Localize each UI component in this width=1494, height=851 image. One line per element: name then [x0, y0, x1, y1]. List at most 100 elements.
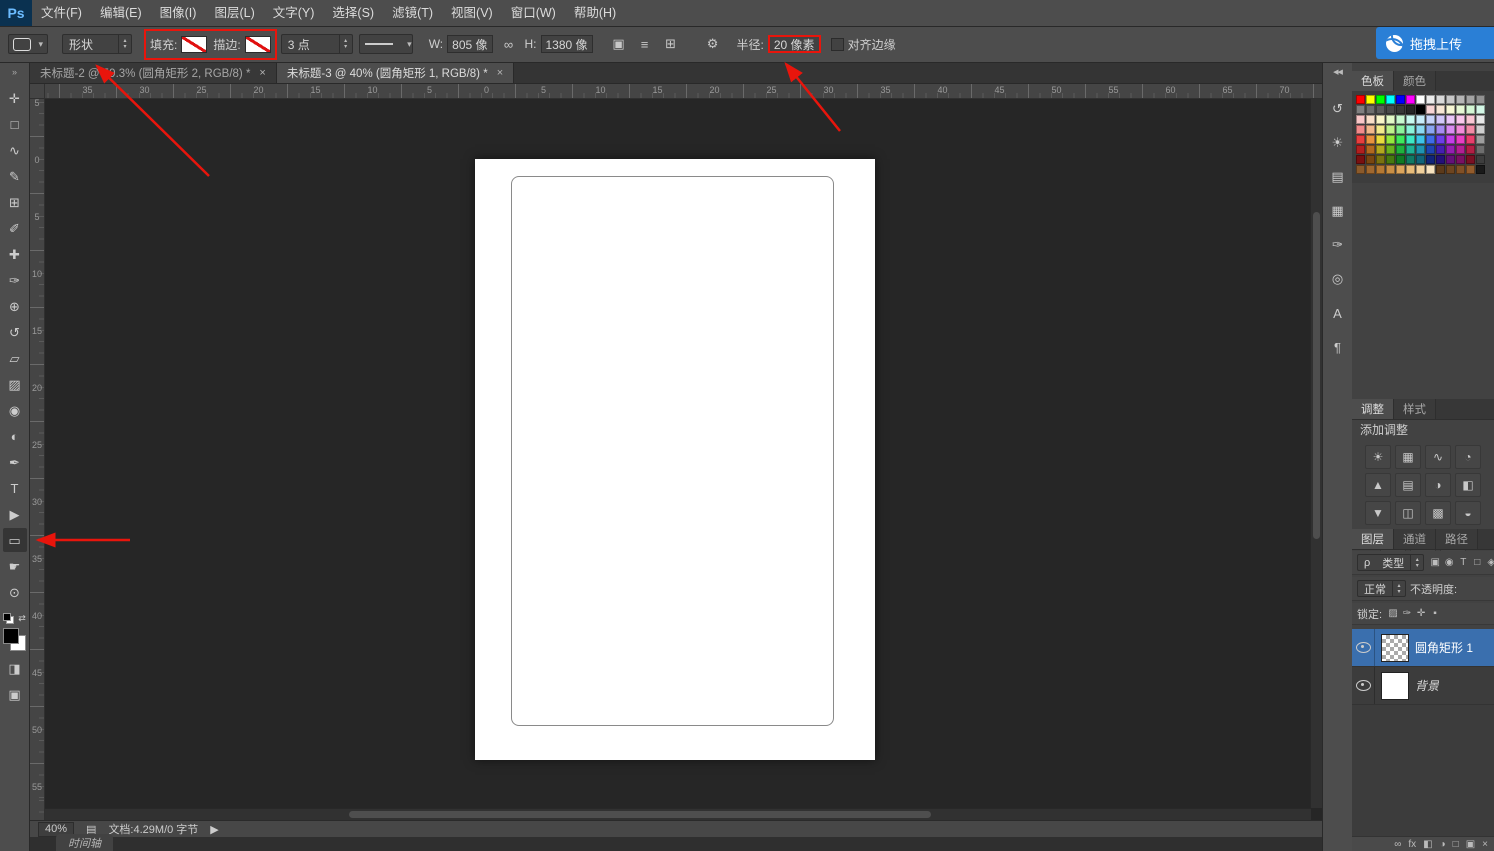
- color-swatch[interactable]: [1376, 125, 1385, 134]
- radius-input[interactable]: 20 像素: [767, 35, 821, 53]
- color-swatch[interactable]: [1406, 155, 1415, 164]
- type-tool[interactable]: T: [3, 476, 27, 500]
- color-swatch[interactable]: [1476, 115, 1485, 124]
- layer-style-icon[interactable]: fx: [1408, 837, 1416, 851]
- brush-panel-icon[interactable]: ✑: [1326, 233, 1350, 257]
- color-swatch[interactable]: [1446, 165, 1455, 174]
- color-swatch[interactable]: [1416, 115, 1425, 124]
- healing-brush-tool[interactable]: ✚: [3, 242, 27, 266]
- color-swatch[interactable]: [1466, 125, 1475, 134]
- menu-item[interactable]: 文件(F): [32, 0, 91, 26]
- color-swatch[interactable]: [1386, 155, 1395, 164]
- color-swatch[interactable]: [1466, 95, 1475, 104]
- vertical-scrollbar-thumb[interactable]: [1313, 212, 1320, 539]
- color-swatch[interactable]: [1386, 125, 1395, 134]
- color-swatch[interactable]: [1356, 135, 1365, 144]
- color-swatch[interactable]: [1416, 145, 1425, 154]
- stroke-type-select[interactable]: [358, 34, 413, 54]
- color-swatch[interactable]: [1436, 115, 1445, 124]
- color-swatch[interactable]: [1396, 145, 1405, 154]
- properties-panel-icon[interactable]: ☀: [1326, 131, 1350, 155]
- layer-thumbnail[interactable]: [1381, 671, 1409, 700]
- link-dimensions-icon[interactable]: ∞: [499, 34, 519, 54]
- color-swatch[interactable]: [1436, 145, 1445, 154]
- tool-preset-picker[interactable]: [8, 34, 48, 54]
- color-swatch[interactable]: [1426, 125, 1435, 134]
- menu-item[interactable]: 图像(I): [151, 0, 206, 26]
- channel-mixer-icon[interactable]: ◫: [1395, 501, 1421, 525]
- tab-styles[interactable]: 样式: [1394, 399, 1436, 419]
- history-brush-tool[interactable]: ↺: [3, 320, 27, 344]
- color-swatch[interactable]: [1446, 125, 1455, 134]
- document-tab[interactable]: 未标题-3 @ 40% (圆角矩形 1, RGB/8) * ×: [276, 63, 515, 83]
- color-swatch[interactable]: [1406, 135, 1415, 144]
- color-swatch[interactable]: [1466, 145, 1475, 154]
- color-swatch[interactable]: [1456, 105, 1465, 114]
- color-swatch[interactable]: [1426, 115, 1435, 124]
- color-swatch[interactable]: [1386, 105, 1395, 114]
- color-swatch[interactable]: [1356, 125, 1365, 134]
- path-arrange-icon[interactable]: ⊞: [661, 34, 681, 54]
- color-swatch[interactable]: [1356, 105, 1365, 114]
- vibrance-icon[interactable]: ▲: [1365, 473, 1391, 497]
- menu-item[interactable]: 视图(V): [442, 0, 502, 26]
- info-panel-icon[interactable]: ▤: [1326, 165, 1350, 189]
- color-swatch[interactable]: [1406, 105, 1415, 114]
- layer-row[interactable]: 背景: [1352, 667, 1494, 705]
- lock-position-icon[interactable]: ✛: [1414, 606, 1428, 622]
- new-adjustment-layer-icon[interactable]: ◑: [1440, 837, 1446, 851]
- color-swatch[interactable]: [1416, 165, 1425, 174]
- color-swatch[interactable]: [1466, 135, 1475, 144]
- actions-panel-icon[interactable]: ▦: [1326, 199, 1350, 223]
- color-swatch[interactable]: [1376, 155, 1385, 164]
- filter-pixel-layers-icon[interactable]: ▣: [1428, 555, 1442, 571]
- layer-visibility-toggle[interactable]: [1352, 667, 1375, 704]
- color-swatch[interactable]: [1366, 95, 1375, 104]
- color-swatch[interactable]: [1446, 105, 1455, 114]
- color-swatch[interactable]: [1476, 135, 1485, 144]
- tab-swatches[interactable]: 色板: [1352, 71, 1394, 91]
- width-input[interactable]: 805 像: [447, 35, 493, 53]
- crop-tool[interactable]: ⊞: [3, 190, 27, 214]
- color-swatch[interactable]: [1446, 115, 1455, 124]
- character-panel-icon[interactable]: A: [1326, 301, 1350, 325]
- color-swatch[interactable]: [1386, 145, 1395, 154]
- color-swatch[interactable]: [1376, 115, 1385, 124]
- filter-shape-layers-icon[interactable]: □: [1470, 555, 1484, 571]
- brush-tool[interactable]: ✑: [3, 268, 27, 292]
- blend-mode-select[interactable]: 正常: [1357, 580, 1406, 597]
- color-swatch[interactable]: [1416, 135, 1425, 144]
- color-swatch[interactable]: [1366, 125, 1375, 134]
- color-swatch[interactable]: [1366, 165, 1375, 174]
- color-swatch[interactable]: [1426, 165, 1435, 174]
- status-flyout-icon[interactable]: ▶: [210, 823, 218, 836]
- color-swatch[interactable]: [1376, 145, 1385, 154]
- pen-tool[interactable]: ✒: [3, 450, 27, 474]
- color-swatch[interactable]: [1416, 155, 1425, 164]
- layer-row[interactable]: 圆角矩形 1: [1352, 629, 1494, 667]
- color-swatch[interactable]: [1436, 165, 1445, 174]
- eraser-tool[interactable]: ▱: [3, 346, 27, 370]
- color-lookup-icon[interactable]: ▩: [1425, 501, 1451, 525]
- color-swatch[interactable]: [1456, 95, 1465, 104]
- color-swatch[interactable]: [1426, 105, 1435, 114]
- color-swatch[interactable]: [1366, 105, 1375, 114]
- color-swatch[interactable]: [1426, 145, 1435, 154]
- filter-adjustment-layers-icon[interactable]: ◉: [1442, 555, 1456, 571]
- tool-mode-select[interactable]: 形状: [62, 34, 132, 54]
- color-swatch[interactable]: [1426, 135, 1435, 144]
- color-swatch[interactable]: [1426, 95, 1435, 104]
- layer-filter-select[interactable]: ρ 类型: [1357, 554, 1425, 571]
- clone-stamp-tool[interactable]: ⊕: [3, 294, 27, 318]
- photo-filter-icon[interactable]: ▼: [1365, 501, 1391, 525]
- invert-icon[interactable]: ◒: [1455, 501, 1481, 525]
- tab-close-icon[interactable]: ×: [259, 67, 265, 79]
- paragraph-panel-icon[interactable]: ¶: [1326, 335, 1350, 359]
- color-swatch[interactable]: [1416, 95, 1425, 104]
- zoom-tool[interactable]: ⊙: [3, 580, 27, 604]
- filter-type-layers-icon[interactable]: T: [1456, 555, 1470, 571]
- menu-item[interactable]: 窗口(W): [502, 0, 565, 26]
- move-tool[interactable]: ✛: [3, 86, 27, 110]
- gear-icon[interactable]: ⚙: [703, 34, 723, 54]
- color-swatch[interactable]: [1476, 105, 1485, 114]
